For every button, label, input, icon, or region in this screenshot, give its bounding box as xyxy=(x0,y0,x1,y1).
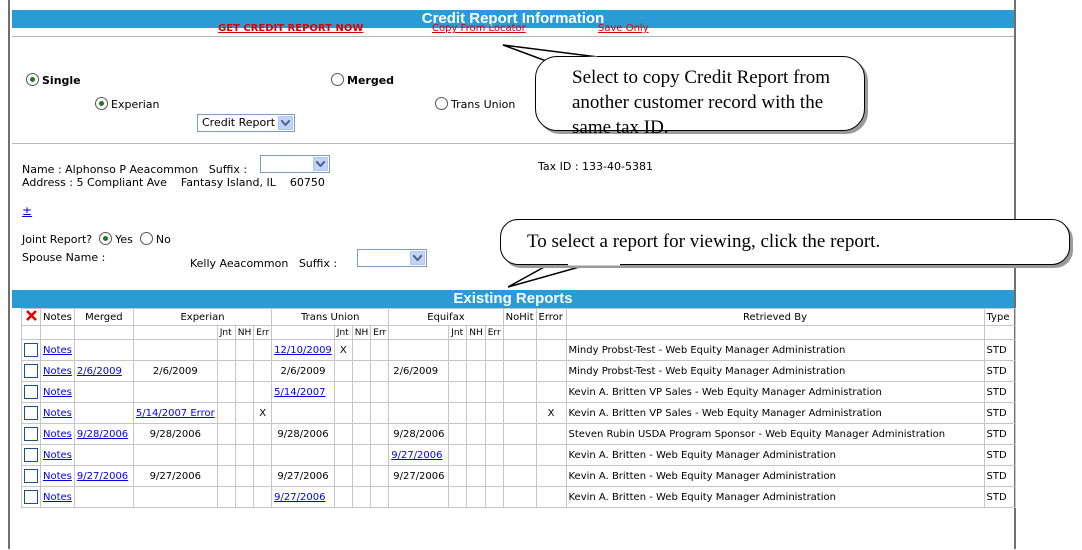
callout-copy-join xyxy=(551,56,598,62)
callout-pointer-joins xyxy=(551,56,620,266)
